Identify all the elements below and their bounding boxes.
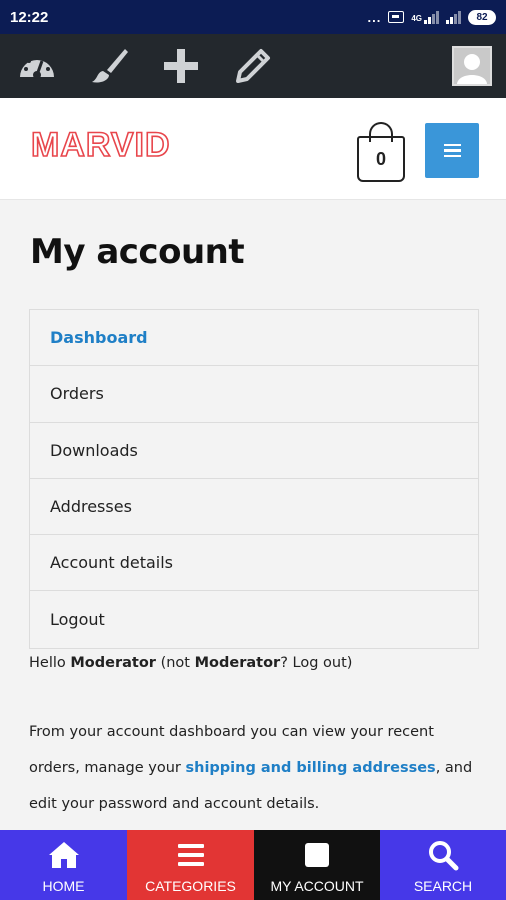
nav-item-logout[interactable]: Logout: [30, 591, 478, 647]
signal-icon: [424, 10, 439, 24]
bottom-nav-home-label: HOME: [42, 878, 85, 894]
bottom-nav-home[interactable]: HOME: [0, 830, 127, 900]
home-icon: [47, 838, 81, 872]
nav-item-addresses[interactable]: Addresses: [30, 479, 478, 536]
notification-dots: ...: [367, 9, 382, 25]
nav-item-account-details[interactable]: Account details: [30, 535, 478, 592]
plus-icon[interactable]: [161, 46, 201, 86]
pencil-icon[interactable]: [233, 46, 273, 86]
bottom-nav-search[interactable]: SEARCH: [380, 830, 506, 900]
hamburger-icon: [443, 143, 461, 147]
greeting-text: Hello Moderator (not Moderator? Log out): [29, 655, 353, 671]
search-icon: [426, 838, 460, 872]
username: Moderator: [70, 655, 156, 671]
bottom-navigation: HOME CATEGORIES MY ACCOUNT SEARCH: [0, 830, 506, 900]
menu-toggle-button[interactable]: [425, 123, 479, 178]
bottom-nav-my-account[interactable]: MY ACCOUNT: [254, 830, 380, 900]
nav-item-downloads[interactable]: Downloads: [30, 423, 478, 479]
battery-indicator: 82: [468, 9, 496, 25]
cart-button[interactable]: 0: [357, 122, 405, 182]
admin-toolbar: [0, 34, 506, 98]
signal-icon-2: [446, 10, 461, 24]
status-time: 12:22: [10, 8, 49, 26]
status-icons: ... 4G 82: [367, 9, 496, 25]
network-type: 4G: [411, 13, 422, 23]
bottom-nav-my-account-label: MY ACCOUNT: [270, 878, 364, 894]
cart-count: 0: [357, 136, 405, 182]
logout-link[interactable]: Log out: [293, 655, 347, 671]
page-title: My account: [30, 232, 245, 272]
site-logo[interactable]: MARVID: [30, 125, 171, 165]
bottom-nav-search-label: SEARCH: [413, 878, 473, 894]
dashboard-gauge-icon[interactable]: [17, 46, 57, 86]
menu-lines-icon: [174, 838, 208, 872]
paintbrush-icon[interactable]: [89, 46, 129, 86]
account-square-icon: [300, 838, 334, 872]
nav-item-dashboard[interactable]: Dashboard: [30, 310, 478, 367]
bottom-nav-categories[interactable]: CATEGORIES: [127, 830, 254, 900]
notification-icon: [388, 11, 405, 23]
site-header: MARVID 0: [0, 98, 506, 200]
nav-item-orders[interactable]: Orders: [30, 366, 478, 423]
addresses-link[interactable]: shipping and billing addresses: [185, 760, 435, 776]
user-avatar-icon[interactable]: [452, 46, 492, 86]
bottom-nav-categories-label: CATEGORIES: [145, 878, 236, 894]
status-bar: 12:22 ... 4G 82: [0, 0, 506, 34]
account-navigation: Dashboard Orders Downloads Addresses Acc…: [29, 309, 479, 649]
dashboard-description: From your account dashboard you can view…: [29, 724, 473, 812]
